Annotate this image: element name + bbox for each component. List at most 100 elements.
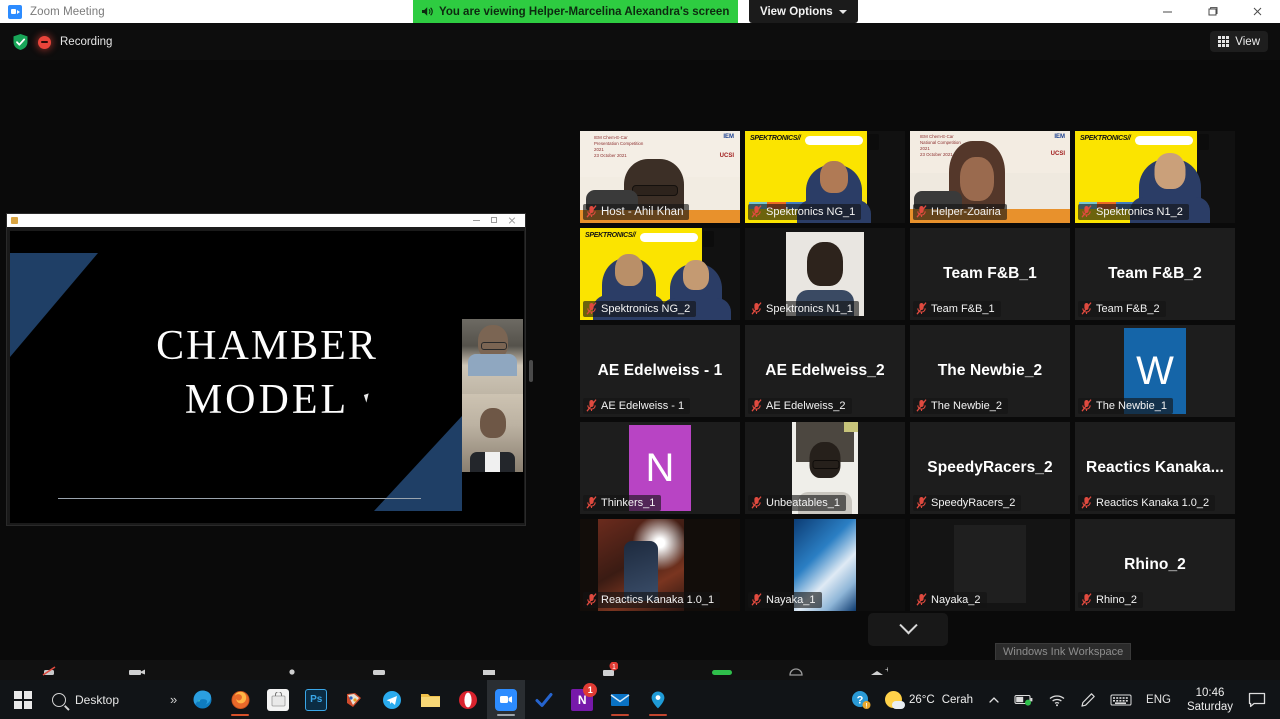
participant-tile-team-fb-2[interactable]: Team F&B_2 Team F&B_2 — [1075, 228, 1235, 320]
mic-muted-icon — [751, 496, 762, 509]
apps-control[interactable] — [787, 662, 805, 679]
view-layout-button[interactable]: View — [1210, 31, 1268, 52]
participant-tile-reactics-kanaka-1[interactable]: Reactics Kanaka 1.0_1 — [580, 519, 740, 611]
wifi-icon[interactable] — [1041, 680, 1073, 719]
participant-tile-thinkers-1[interactable]: N Thinkers_1 — [580, 422, 740, 514]
grid-view-icon — [1218, 36, 1229, 47]
maximize-button[interactable] — [1190, 0, 1235, 23]
participant-tile-team-fb-1[interactable]: Team F&B_1 Team F&B_1 — [910, 228, 1070, 320]
mic-muted-icon — [1081, 496, 1092, 509]
view-button-label: View — [1235, 36, 1260, 48]
participant-tile-the-newbie-1[interactable]: W The Newbie_1 — [1075, 325, 1235, 417]
taskbar-icon-firefox[interactable] — [221, 680, 259, 719]
participant-display-name: AE Edelweiss_2 — [745, 362, 905, 380]
record-control[interactable]: 1 — [600, 662, 618, 680]
minimize-icon[interactable] — [473, 217, 480, 224]
windows-ink-pen-icon[interactable] — [1073, 680, 1103, 719]
opera-icon — [457, 689, 479, 711]
participant-tile-rhino-2[interactable]: Rhino_2 Rhino_2 — [1075, 519, 1235, 611]
taskbar-icon-microsoft-store[interactable] — [259, 680, 297, 719]
participant-nametag: AE Edelweiss_2 — [748, 398, 852, 414]
participant-tile-ae-edelweiss-2[interactable]: AE Edelweiss_2 AE Edelweiss_2 — [745, 325, 905, 417]
participant-tile-host-ahil-khan[interactable]: IEM Chem-E-CarPresentation Competition20… — [580, 131, 740, 223]
participant-name: Spektronics N1_2 — [1096, 206, 1183, 218]
participant-nametag: Spektronics N1_1 — [748, 301, 859, 317]
weather-condition: Cerah — [942, 694, 973, 706]
shared-screen-window[interactable]: CHAMBER MODEL — [6, 213, 526, 526]
participant-grid: IEM Chem-E-CarPresentation Competition20… — [580, 131, 1240, 616]
participant-name: Team F&B_2 — [1096, 303, 1160, 315]
more-control[interactable]: + — [868, 662, 888, 679]
participant-tile-ae-edelweiss-1[interactable]: AE Edelweiss - 1 AE Edelweiss - 1 — [580, 325, 740, 417]
start-button[interactable] — [0, 680, 46, 719]
battery-icon[interactable] — [1007, 680, 1041, 719]
notification-badge: 1 — [583, 683, 597, 697]
taskbar-icon-telegram[interactable] — [373, 680, 411, 719]
sun-cloud-icon — [885, 691, 902, 708]
presenter-video-1 — [462, 319, 523, 394]
taskbar-icon-onenote[interactable]: N 1 — [563, 680, 601, 719]
search-icon — [52, 693, 66, 707]
participant-tile-spektronics-n1-2[interactable]: SPEKTRONICS// SP Spektronics N1_2 — [1075, 131, 1235, 223]
participants-control[interactable] — [285, 662, 303, 679]
participant-nametag: Team F&B_1 — [913, 301, 1001, 317]
encryption-shield-icon[interactable] — [12, 33, 29, 51]
shared-window-controls — [473, 217, 521, 224]
participant-tile-spektronics-ng-2[interactable]: SPEKTRONICS// SP Spektronics NG_2 — [580, 228, 740, 320]
participant-tile-speedyracers-2[interactable]: SpeedyRacers_2 SpeedyRacers_2 — [910, 422, 1070, 514]
language-indicator[interactable]: ENG — [1139, 680, 1178, 719]
tray-help-icon[interactable]: ?! — [841, 680, 881, 719]
svg-text:1: 1 — [612, 664, 616, 671]
taskbar-search[interactable]: Desktop — [46, 693, 166, 707]
participant-nametag: The Newbie_1 — [1078, 398, 1173, 414]
participant-tile-nayaka-1[interactable]: Nayaka_1 — [745, 519, 905, 611]
taskbar-icon-microsoft-edge[interactable] — [183, 680, 221, 719]
taskbar-icon-microsoft-todo[interactable] — [525, 680, 563, 719]
view-options-button[interactable]: View Options — [749, 0, 858, 23]
mic-muted-icon — [1081, 302, 1092, 315]
close-button[interactable] — [1235, 0, 1280, 23]
grid-scroll-down-button[interactable] — [868, 613, 948, 646]
weather-widget[interactable]: 26°C Cerah — [881, 691, 981, 708]
participant-tile-nayaka-2[interactable]: Nayaka_2 — [910, 519, 1070, 611]
participant-nametag: AE Edelweiss - 1 — [583, 398, 690, 414]
slide-title: CHAMBER MODEL — [10, 319, 524, 427]
taskbar-icon-paint-app[interactable] — [335, 680, 373, 719]
taskbar-icon-photoshop[interactable]: Ps — [297, 680, 335, 719]
taskbar-icon-maps[interactable] — [639, 680, 677, 719]
participant-nametag: Spektronics NG_2 — [583, 301, 696, 317]
taskbar-icon-file-explorer[interactable] — [411, 680, 449, 719]
minimize-button[interactable] — [1145, 0, 1190, 23]
clock-time: 10:46 — [1187, 686, 1233, 700]
shared-screen-scroll-handle[interactable] — [529, 360, 533, 382]
mute-control[interactable] — [40, 662, 58, 679]
action-center-button[interactable] — [1242, 680, 1276, 719]
running-indicator — [497, 714, 515, 716]
participant-tile-unbeatables-1[interactable]: Unbeatables_1 — [745, 422, 905, 514]
iem-logo: IEM — [1054, 134, 1065, 140]
participant-tile-the-newbie-2[interactable]: The Newbie_2 The Newbie_2 — [910, 325, 1070, 417]
restore-icon[interactable] — [491, 217, 497, 223]
presenter-video-2 — [462, 394, 523, 472]
taskbar-overflow-chevron[interactable]: » — [170, 692, 177, 707]
participant-tile-reactics-kanaka-2[interactable]: Reactics Kanaka... Reactics Kanaka 1.0_2 — [1075, 422, 1235, 514]
touch-keyboard-icon[interactable] — [1103, 680, 1139, 719]
taskbar-icon-mail[interactable] — [601, 680, 639, 719]
chat-control[interactable] — [370, 662, 388, 679]
reactions-control[interactable] — [710, 662, 734, 679]
taskbar-clock[interactable]: 10:46 Saturday — [1178, 686, 1242, 714]
video-control[interactable] — [127, 662, 147, 679]
taskbar-icon-opera[interactable] — [449, 680, 487, 719]
mic-muted-icon — [751, 205, 762, 218]
participant-tile-spektronics-n1-1[interactable]: Spektronics N1_1 — [745, 228, 905, 320]
taskbar-icon-zoom[interactable] — [487, 680, 525, 719]
participant-name: Nayaka_1 — [766, 594, 816, 606]
participant-tile-helper-zoairia[interactable]: IEM Chem-E-CarNational Competition202123… — [910, 131, 1070, 223]
show-hidden-icons-button[interactable] — [981, 680, 1007, 719]
recording-indicator[interactable]: Recording — [12, 33, 112, 51]
close-icon[interactable] — [508, 217, 515, 224]
share-screen-control[interactable] — [480, 662, 498, 679]
participant-tile-spektronics-ng-1[interactable]: SPEKTRONICS// SP Spektronics NG_1 — [745, 131, 905, 223]
ucsi-logo: UCSI — [720, 153, 734, 159]
firefox-icon — [229, 689, 251, 711]
